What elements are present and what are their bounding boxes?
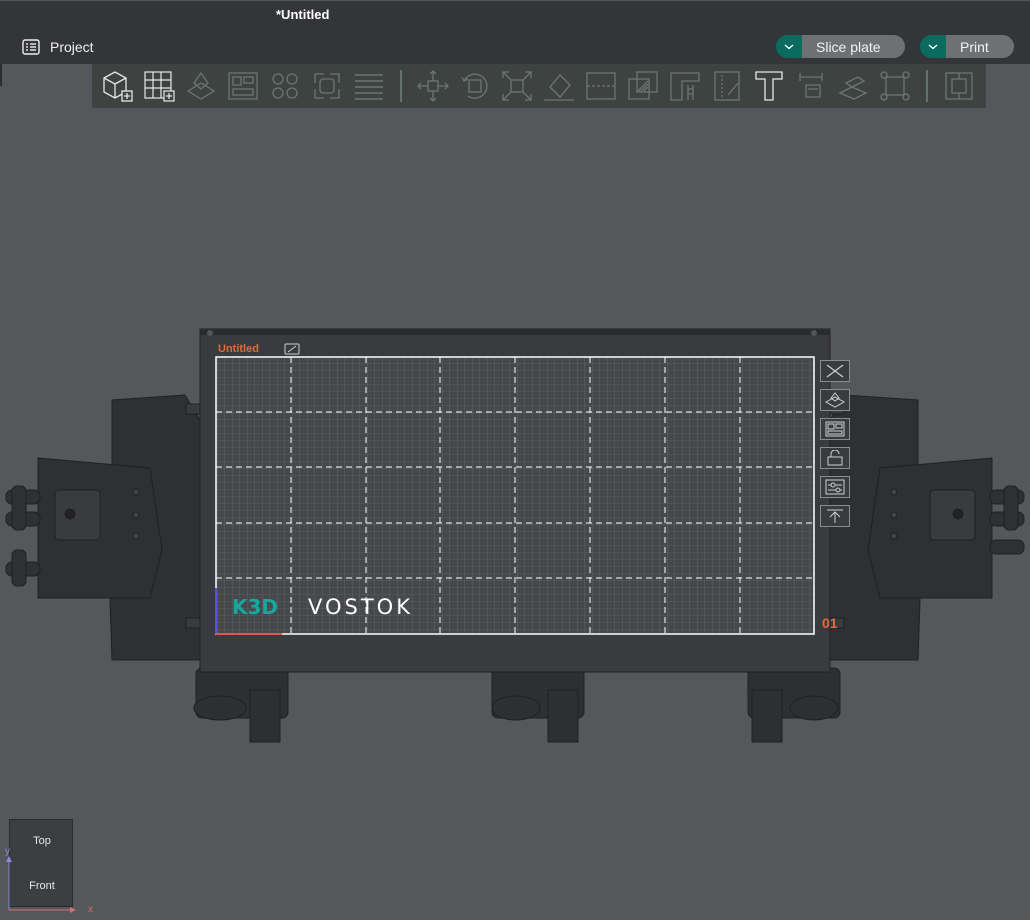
move-to-top-icon[interactable]	[820, 505, 850, 527]
axis-x-label: x	[88, 904, 93, 915]
axis-y-label: y	[5, 846, 10, 857]
auto-orient-plate-icon[interactable]	[820, 389, 850, 411]
edit-plate-name-icon[interactable]	[284, 342, 300, 360]
remove-plate-icon[interactable]	[820, 360, 850, 382]
plate-side-toolbar	[820, 360, 852, 534]
plate-name-label[interactable]: Untitled	[218, 343, 259, 355]
build-plate-viewport[interactable]: K3D VOSTOK	[0, 0, 1030, 920]
axis-indicator	[6, 856, 76, 913]
printer-frame-right	[827, 394, 1025, 661]
build-plate-grid	[215, 356, 815, 635]
arrange-plate-icon[interactable]	[820, 418, 850, 440]
brand-prefix: K3D	[232, 595, 278, 619]
brand-name: VOSTOK	[308, 595, 413, 619]
plate-settings-icon[interactable]	[820, 476, 850, 498]
printer-frame-left	[5, 394, 203, 661]
lock-plate-icon[interactable]	[820, 447, 850, 469]
bed-brand-logo: K3D VOSTOK	[232, 595, 413, 619]
plate-number: 01	[822, 615, 838, 631]
printer-base-carriages	[193, 667, 841, 743]
